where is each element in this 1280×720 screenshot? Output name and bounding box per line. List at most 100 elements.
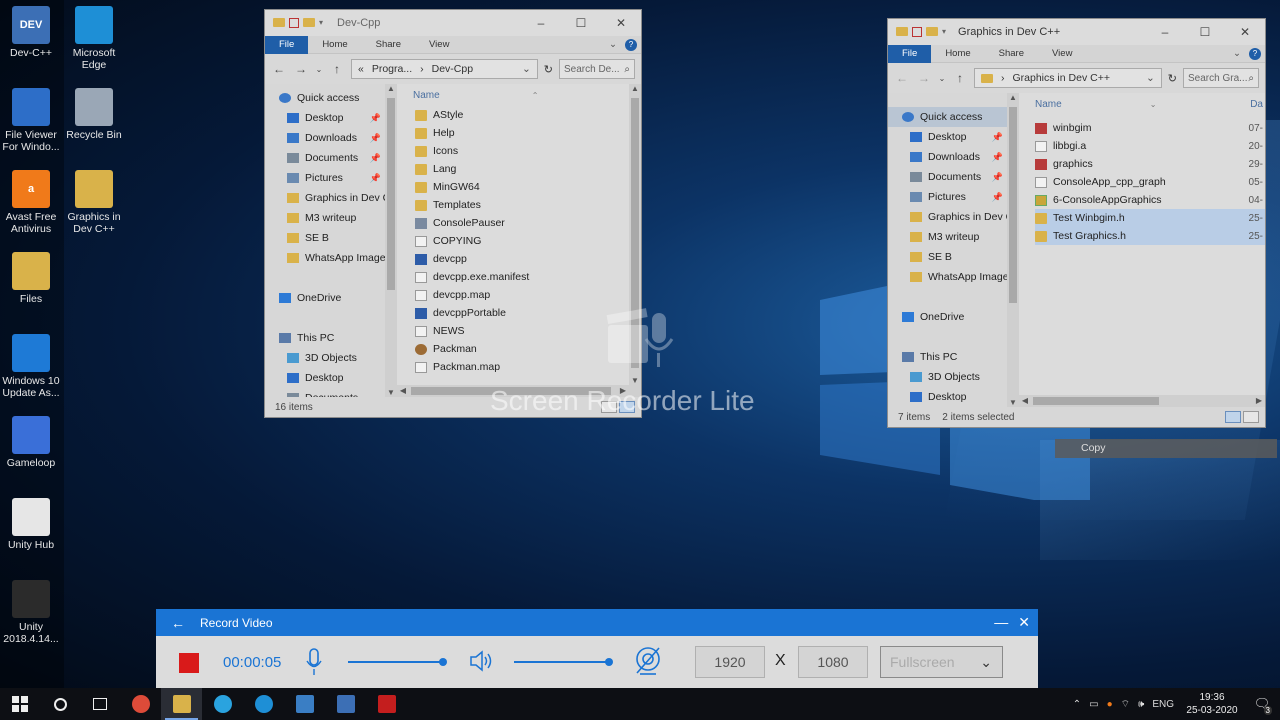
- nav-item[interactable]: WhatsApp Image: [888, 267, 1019, 287]
- file-row[interactable]: ConsolePauser: [415, 214, 641, 232]
- chevron-down-icon[interactable]: ▾: [942, 27, 946, 37]
- breadcrumb-item[interactable]: Dev-Cpp: [432, 63, 473, 75]
- taskbar-app[interactable]: [161, 688, 202, 720]
- nav-item[interactable]: Graphics in Dev C: [888, 207, 1019, 227]
- microphone-volume-slider[interactable]: [348, 658, 447, 666]
- desktop-shortcut[interactable]: Unity 2018.4.14...: [0, 580, 62, 645]
- column-header-name[interactable]: Name ⌄ Da: [1019, 93, 1265, 115]
- nav-item[interactable]: M3 writeup: [888, 227, 1019, 247]
- pin-icon[interactable]: 📌: [992, 192, 1003, 203]
- breadcrumb-item[interactable]: Graphics in Dev C++: [1013, 72, 1110, 84]
- file-row[interactable]: Templates: [415, 196, 641, 214]
- back-arrow-icon[interactable]: ←: [271, 62, 287, 76]
- address-bar[interactable]: « Progra... › Dev-Cpp ⌄: [351, 59, 538, 79]
- pin-icon[interactable]: 📌: [992, 172, 1003, 183]
- large-icons-view-icon[interactable]: [1243, 411, 1259, 423]
- close-button[interactable]: ✕: [601, 16, 641, 30]
- horizontal-scrollbar[interactable]: ◀ ▶: [1019, 395, 1265, 407]
- scroll-up-icon[interactable]: ▲: [629, 84, 641, 93]
- record-video-bar[interactable]: ← Record Video — ✕ 00:00:05 1920 X 1080 F…: [156, 609, 1038, 688]
- file-row[interactable]: devcpp.exe.manifest: [415, 268, 641, 286]
- nav-item[interactable]: OneDrive: [265, 288, 397, 308]
- speaker-icon[interactable]: [469, 649, 495, 673]
- webcam-off-icon[interactable]: [634, 646, 662, 676]
- nav-item[interactable]: WhatsApp Image: [265, 248, 397, 268]
- minimize-button[interactable]: –: [1145, 25, 1185, 39]
- capture-mode-select[interactable]: Fullscreen ⌄: [880, 646, 1003, 678]
- nav-scrollbar[interactable]: ▲ ▼: [385, 84, 397, 397]
- desktop-shortcut[interactable]: Unity Hub: [0, 498, 62, 551]
- scroll-up-icon[interactable]: ▲: [385, 84, 397, 93]
- nav-item[interactable]: Desktop 📌: [265, 108, 397, 128]
- nav-item[interactable]: Pictures 📌: [265, 168, 397, 188]
- file-row[interactable]: graphics 29-: [1035, 155, 1265, 173]
- file-row[interactable]: COPYING: [415, 232, 641, 250]
- desktop-shortcut[interactable]: Graphics in Dev C++: [63, 170, 125, 235]
- nav-item[interactable]: Desktop: [888, 387, 1019, 407]
- nav-item[interactable]: Documents 📌: [265, 148, 397, 168]
- maximize-button[interactable]: ☐: [561, 16, 601, 30]
- forward-arrow-icon[interactable]: →: [293, 62, 309, 76]
- refresh-icon[interactable]: ↻: [544, 63, 553, 76]
- close-button[interactable]: ✕: [1018, 614, 1030, 631]
- nav-item[interactable]: Desktop 📌: [888, 127, 1019, 147]
- navigation-pane[interactable]: Quick access Desktop 📌 Downloads 📌 Documents 📌…: [265, 84, 397, 397]
- back-arrow-icon[interactable]: ←: [894, 71, 910, 85]
- breadcrumb-overflow[interactable]: «: [358, 63, 364, 75]
- refresh-icon[interactable]: ↻: [1168, 72, 1177, 85]
- nav-item[interactable]: Quick access: [265, 88, 397, 108]
- breadcrumb-item[interactable]: Progra...: [372, 63, 412, 75]
- new-folder-icon[interactable]: [303, 18, 315, 27]
- volume-icon[interactable]: 🕪: [1138, 699, 1144, 710]
- desktop-shortcut[interactable]: Microsoft Edge: [63, 6, 125, 71]
- pin-icon[interactable]: 📌: [370, 133, 381, 144]
- search-input[interactable]: Search De... ⌕: [559, 59, 635, 79]
- pin-icon[interactable]: 📌: [992, 152, 1003, 163]
- file-row[interactable]: AStyle: [415, 106, 641, 124]
- desktop-shortcut[interactable]: a Avast Free Antivirus: [0, 170, 62, 235]
- scroll-down-icon[interactable]: ▼: [1007, 398, 1019, 407]
- scroll-left-icon[interactable]: ◀: [1019, 395, 1031, 407]
- search-input[interactable]: Search Gra... ⌕: [1183, 68, 1259, 88]
- pin-icon[interactable]: 📌: [370, 113, 381, 124]
- chevron-down-icon[interactable]: ⌄: [522, 63, 531, 75]
- close-button[interactable]: ✕: [1225, 25, 1265, 39]
- taskbar-app[interactable]: [284, 688, 325, 720]
- desktop-shortcut[interactable]: File Viewer For Windo...: [0, 88, 62, 153]
- file-row[interactable]: Test Graphics.h 25-: [1035, 227, 1265, 245]
- explorer-window-graphics[interactable]: ▾ Graphics in Dev C++ – ☐ ✕ File Home Shar…: [887, 18, 1266, 428]
- slider-knob[interactable]: [605, 658, 613, 666]
- pin-icon[interactable]: 📌: [992, 132, 1003, 143]
- nav-item[interactable]: Graphics in Dev C: [265, 188, 397, 208]
- tab-home[interactable]: Home: [308, 39, 361, 50]
- desktop-shortcut[interactable]: Recycle Bin: [63, 88, 125, 141]
- height-input[interactable]: 1080: [798, 646, 868, 678]
- chevron-down-icon[interactable]: ⌄: [609, 39, 617, 50]
- nav-scrollbar[interactable]: ▲ ▼: [1007, 93, 1019, 407]
- desktop-shortcut[interactable]: Files: [0, 252, 62, 305]
- explorer-window-dev-cpp[interactable]: ▾ Dev-Cpp – ☐ ✕ File Home Share View ⌄? ← …: [264, 9, 642, 418]
- up-arrow-icon[interactable]: ↑: [329, 62, 345, 76]
- tab-home[interactable]: Home: [931, 48, 984, 59]
- scroll-left-icon[interactable]: ◀: [397, 385, 409, 397]
- file-list[interactable]: Name ⌄ Da winbgim 07- libbgi.a 20- graphics 29-…: [1019, 93, 1265, 407]
- action-center-button[interactable]: 🗨 3: [1250, 688, 1274, 720]
- pin-icon[interactable]: 📌: [370, 153, 381, 164]
- recent-chevron-icon[interactable]: ⌄: [315, 65, 323, 74]
- chevron-down-icon[interactable]: ▾: [319, 18, 323, 28]
- file-row[interactable]: libbgi.a 20-: [1035, 137, 1265, 155]
- slider-knob[interactable]: [439, 658, 447, 666]
- file-row[interactable]: Icons: [415, 142, 641, 160]
- tab-file[interactable]: File: [888, 44, 932, 63]
- recent-chevron-icon[interactable]: ⌄: [938, 74, 946, 83]
- speaker-volume-slider[interactable]: [514, 658, 613, 666]
- help-icon[interactable]: ?: [1249, 47, 1261, 60]
- network-icon[interactable]: ⌔: [1121, 698, 1130, 711]
- nav-item[interactable]: Downloads 📌: [888, 147, 1019, 167]
- nav-item[interactable]: Documents 📌: [888, 167, 1019, 187]
- nav-item[interactable]: SE B: [265, 228, 397, 248]
- nav-item[interactable]: Documents: [265, 388, 397, 397]
- clock[interactable]: 19:36 25-03-2020: [1182, 691, 1242, 717]
- stop-record-button[interactable]: [179, 653, 199, 673]
- forward-arrow-icon[interactable]: →: [916, 71, 932, 85]
